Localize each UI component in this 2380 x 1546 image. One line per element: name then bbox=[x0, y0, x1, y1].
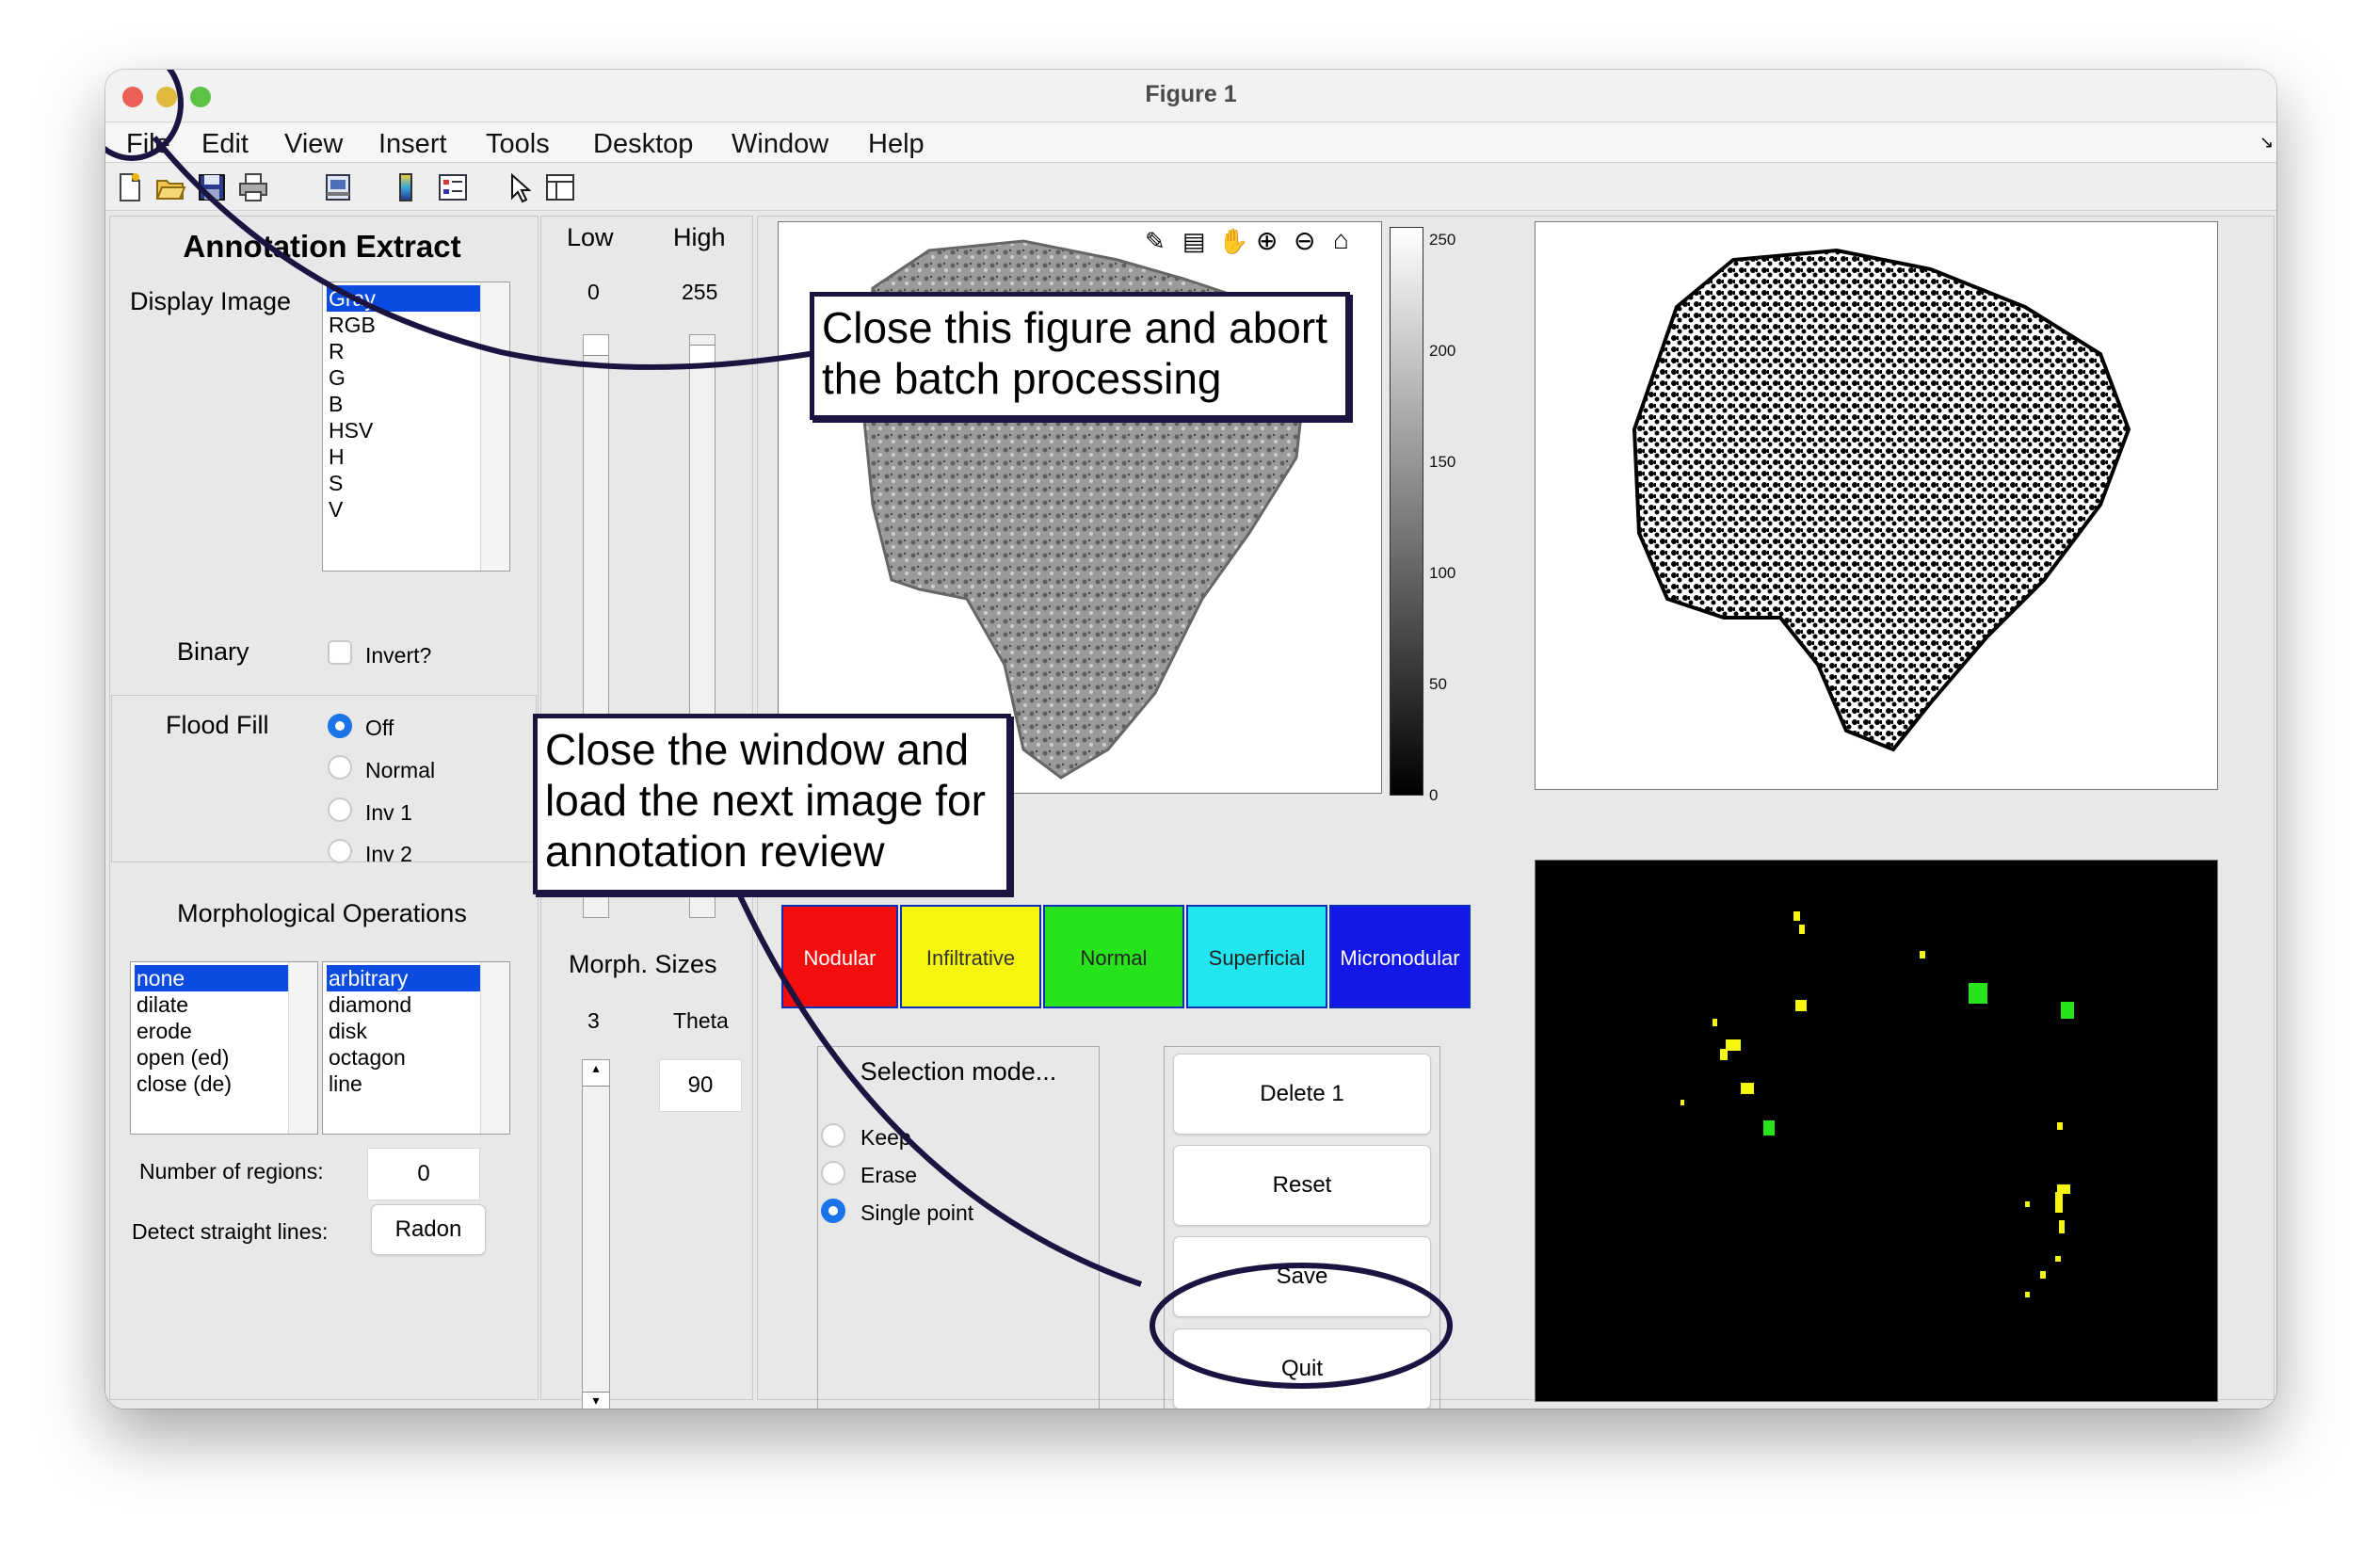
annotation-connector-line bbox=[730, 878, 1142, 1287]
close-button-highlight-circle bbox=[105, 70, 184, 161]
callout-abort-batch: Close this figure and abort the batch pr… bbox=[810, 292, 1350, 420]
figure-window: Figure 1 File Edit View Insert Tools Des… bbox=[105, 70, 2276, 1409]
annotation-overlay bbox=[105, 70, 1453, 1389]
callout-load-next-image: Close the window and load the next image… bbox=[533, 714, 1011, 894]
quit-button-highlight-circle bbox=[1150, 1263, 1453, 1389]
annotation-connector-line bbox=[152, 136, 822, 370]
